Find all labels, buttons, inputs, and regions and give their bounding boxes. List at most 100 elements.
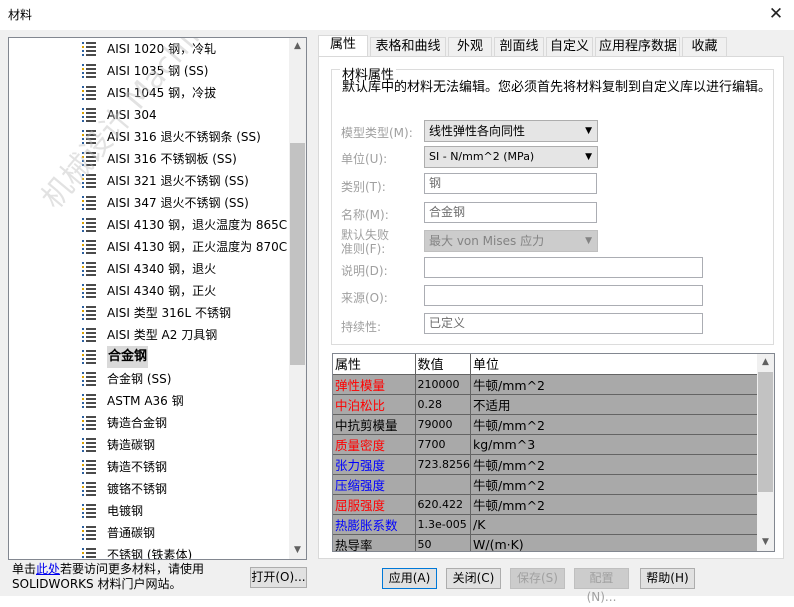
chevron-down-icon: ▼ <box>585 126 592 136</box>
material-icon <box>81 327 97 343</box>
scroll-thumb[interactable] <box>290 143 305 365</box>
material-item[interactable]: 铸造不锈钢 <box>81 456 287 478</box>
column-header[interactable]: 属性 <box>333 354 416 375</box>
material-item[interactable]: AISI 1045 钢，冷拔 <box>81 82 287 104</box>
model-type-select[interactable]: 线性弹性各向同性 ▼ <box>424 120 598 142</box>
property-value <box>415 474 471 495</box>
property-unit: 不适用 <box>470 394 761 415</box>
table-row[interactable]: 压缩强度 牛顿/mm^2 <box>333 474 761 495</box>
material-item[interactable]: AISI 1020 钢，冷轧 <box>81 38 287 60</box>
tab-5[interactable]: 应用程序数据 <box>595 37 680 57</box>
material-item[interactable]: AISI 4340 钢，正火 <box>81 280 287 302</box>
failure-criterion-select: 最大 von Mises 应力 ▼ <box>424 230 598 252</box>
tab-0[interactable]: 属性 <box>318 35 368 58</box>
table-row[interactable]: 弹性模量 210000 牛顿/mm^2 <box>333 374 761 395</box>
material-item[interactable]: AISI 类型 A2 刀具钢 <box>81 324 287 346</box>
material-label: AISI 321 退火不锈钢 (SS) <box>107 174 249 188</box>
material-item[interactable]: ASTM A36 钢 <box>81 390 287 412</box>
scroll-thumb[interactable] <box>758 372 773 492</box>
table-row[interactable]: 中泊松比 0.28 不适用 <box>333 394 761 415</box>
help-button[interactable]: 帮助(H) <box>640 568 695 589</box>
property-name: 热膨胀系数 <box>333 514 416 535</box>
material-item[interactable]: AISI 321 退火不锈钢 (SS) <box>81 170 287 192</box>
scroll-down-icon[interactable]: ▼ <box>757 534 774 551</box>
material-label: 铸造不锈钢 <box>107 460 168 474</box>
tab-4[interactable]: 自定义 <box>546 37 593 57</box>
sustainability-field[interactable]: 已定义 <box>424 313 703 334</box>
material-item[interactable]: 合金钢 <box>81 346 287 368</box>
tab-6[interactable]: 收藏 <box>682 37 727 57</box>
property-value: 50 <box>415 534 471 551</box>
apply-button[interactable]: 应用(A) <box>382 568 437 589</box>
portal-link[interactable]: 此处 <box>36 562 60 576</box>
material-item[interactable]: 铸造碳钢 <box>81 434 287 456</box>
material-icon <box>81 371 97 387</box>
material-item[interactable]: AISI 347 退火不锈钢 (SS) <box>81 192 287 214</box>
material-item[interactable]: 电镀钢 <box>81 500 287 522</box>
table-row[interactable]: 热导率 50 W/(m·K) <box>333 534 761 551</box>
material-tree[interactable]: AISI 1020 钢，冷轧 AISI 1035 钢 (SS) AISI 1045 … <box>8 37 307 560</box>
material-item[interactable]: 不锈钢 (铁素体) <box>81 544 287 559</box>
tab-2[interactable]: 外观 <box>448 37 492 57</box>
category-field[interactable]: 钢 <box>424 173 597 194</box>
table-row[interactable]: 屈服强度 620.422 牛顿/mm^2 <box>333 494 761 515</box>
property-value: 723.8256 <box>415 454 471 475</box>
property-table[interactable]: 属性 数值 单位 弹性模量 210000 牛顿/mm^2 中泊松比 0.28 不适用 中抗剪模量 7… <box>332 353 775 552</box>
material-icon <box>81 217 97 233</box>
material-item[interactable]: 普通碳钢 <box>81 522 287 544</box>
material-item[interactable]: AISI 类型 316L 不锈钢 <box>81 302 287 324</box>
material-icon <box>81 525 97 541</box>
material-item[interactable]: AISI 4130 钢，正火温度为 870C <box>81 236 287 258</box>
property-name: 质量密度 <box>333 434 416 455</box>
material-label: AISI 316 退火不锈钢条 (SS) <box>107 130 261 144</box>
name-field[interactable]: 合金钢 <box>424 202 597 223</box>
table-row[interactable]: 热膨胀系数 1.3e-005/K <box>333 514 761 535</box>
material-item[interactable]: AISI 304 <box>81 104 287 126</box>
material-icon <box>81 349 97 365</box>
table-row[interactable]: 中抗剪模量 79000 牛顿/mm^2 <box>333 414 761 435</box>
column-header[interactable]: 数值 <box>415 354 471 375</box>
table-row[interactable]: 质量密度 7700 kg/mm^3 <box>333 434 761 455</box>
material-item[interactable]: 镀铬不锈钢 <box>81 478 287 500</box>
material-icon <box>81 63 97 79</box>
property-unit: 牛顿/mm^2 <box>470 374 761 395</box>
material-icon <box>81 129 97 145</box>
unit-value: SI - N/mm^2 (MPa) <box>429 150 535 163</box>
material-label: 镀铬不锈钢 <box>107 482 168 496</box>
unit-select[interactable]: SI - N/mm^2 (MPa) ▼ <box>424 146 598 168</box>
tab-1[interactable]: 表格和曲线 <box>370 37 446 57</box>
material-label: 铸造碳钢 <box>107 438 156 452</box>
scroll-up-icon[interactable]: ▲ <box>757 354 774 371</box>
column-header[interactable]: 单位 <box>470 354 761 375</box>
model-type-label: 模型类型(M): <box>341 126 413 140</box>
table-scrollbar[interactable]: ▲ ▼ <box>757 354 774 551</box>
material-icon <box>81 503 97 519</box>
description-field[interactable] <box>424 257 703 278</box>
source-field[interactable] <box>424 285 703 306</box>
open-button[interactable]: 打开(O)... <box>250 567 307 588</box>
material-item[interactable]: 合金钢 (SS) <box>81 368 287 390</box>
scroll-up-icon[interactable]: ▲ <box>289 38 306 55</box>
material-item[interactable]: AISI 4340 钢，退火 <box>81 258 287 280</box>
material-icon <box>81 437 97 453</box>
material-icon <box>81 85 97 101</box>
tree-scrollbar[interactable]: ▲ ▼ <box>289 38 306 559</box>
close-button[interactable]: 关闭(C) <box>446 568 501 589</box>
material-item[interactable]: AISI 316 不锈钢板 (SS) <box>81 148 287 170</box>
material-item[interactable]: AISI 1035 钢 (SS) <box>81 60 287 82</box>
material-label: AISI 4340 钢，正火 <box>107 284 217 298</box>
scroll-down-icon[interactable]: ▼ <box>289 542 306 559</box>
material-label: 电镀钢 <box>107 504 144 518</box>
property-unit: 牛顿/mm^2 <box>470 414 761 435</box>
material-item[interactable]: AISI 316 退火不锈钢条 (SS) <box>81 126 287 148</box>
tab-3[interactable]: 剖面线 <box>494 37 544 57</box>
material-item[interactable]: AISI 4130 钢，退火温度为 865C <box>81 214 287 236</box>
close-icon[interactable]: ✕ <box>758 0 794 30</box>
model-type-value: 线性弹性各向同性 <box>429 124 526 138</box>
chevron-down-icon: ▼ <box>585 236 592 246</box>
material-item[interactable]: 铸造合金钢 <box>81 412 287 434</box>
property-value: 0.28 <box>415 394 471 415</box>
property-unit: 牛顿/mm^2 <box>470 474 761 495</box>
material-icon <box>81 393 97 409</box>
table-row[interactable]: 张力强度 723.8256 牛顿/mm^2 <box>333 454 761 475</box>
